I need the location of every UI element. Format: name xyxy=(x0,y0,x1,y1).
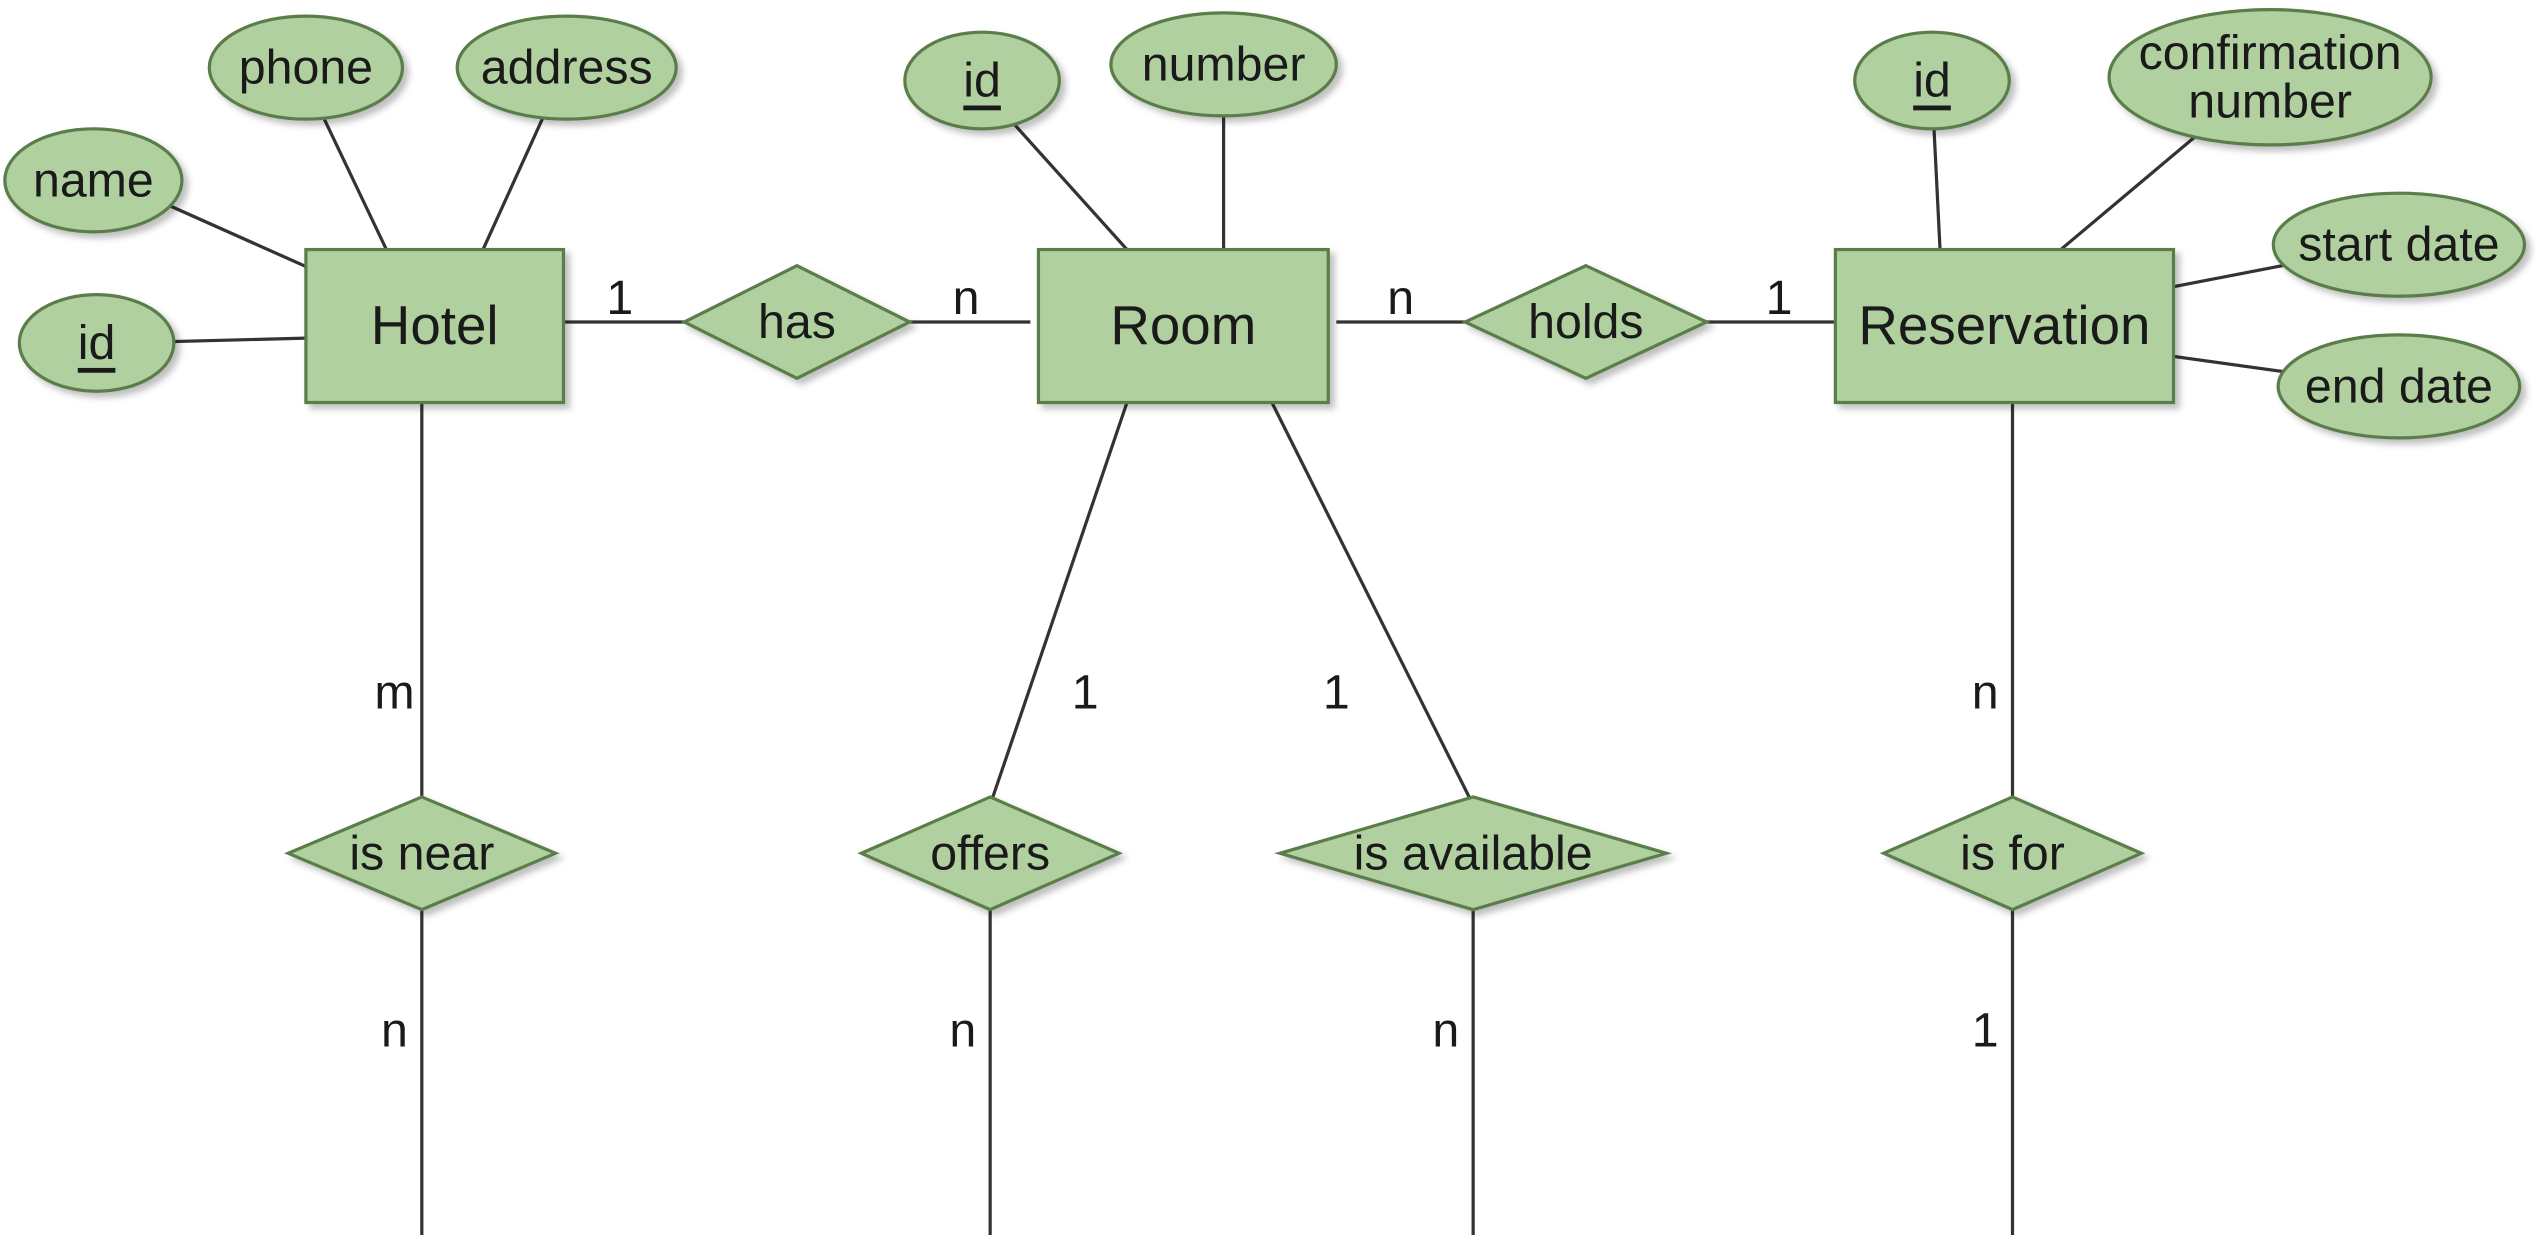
relationship-offers: offers xyxy=(861,797,1119,910)
svg-text:start date: start date xyxy=(2298,218,2499,272)
svg-text:is for: is for xyxy=(1960,826,2065,880)
card-res-isfor: n xyxy=(1972,665,1999,719)
svg-text:id: id xyxy=(78,316,116,370)
relationship-is-near: is near xyxy=(288,797,555,910)
attr-hotel-id: id xyxy=(19,295,174,392)
card-hotel-isnear: m xyxy=(374,665,414,719)
er-diagram: 1 n n 1 m n 1 n 1 n n 1 has holds is nea… xyxy=(0,0,2537,1235)
card-room-holds: n xyxy=(1387,271,1414,325)
attr-room-number: number xyxy=(1111,13,1336,116)
svg-text:name: name xyxy=(33,153,154,207)
card-room-offers: 1 xyxy=(1072,665,1099,719)
svg-text:is available: is available xyxy=(1354,826,1593,880)
svg-text:id: id xyxy=(963,54,1001,108)
relationship-is-available: is available xyxy=(1280,797,1666,910)
svg-text:number: number xyxy=(1142,37,1306,91)
attr-hotel-address: address xyxy=(457,16,676,119)
attr-room-id: id xyxy=(905,32,1060,129)
svg-text:offers: offers xyxy=(930,826,1050,880)
entity-hotel: Hotel xyxy=(306,250,564,403)
entity-reservation: Reservation xyxy=(1835,250,2173,403)
card-isavail-avail: n xyxy=(1432,1003,1459,1057)
relationship-has: has xyxy=(684,266,909,379)
card-hotel-has: 1 xyxy=(606,271,633,325)
attr-reservation-end: end date xyxy=(2278,335,2520,438)
card-has-room: n xyxy=(953,271,980,325)
card-isnear-poi: n xyxy=(381,1003,408,1057)
entity-room: Room xyxy=(1038,250,1328,403)
card-isfor-guest: 1 xyxy=(1972,1003,1999,1057)
svg-text:number: number xyxy=(2188,74,2352,128)
attr-hotel-name: name xyxy=(5,129,182,232)
card-room-isavail: 1 xyxy=(1323,665,1350,719)
relationship-holds: holds xyxy=(1465,266,1707,379)
relationship-is-for: is for xyxy=(1884,797,2142,910)
attr-reservation-id: id xyxy=(1855,32,2010,129)
attr-hotel-phone: phone xyxy=(209,16,402,119)
attr-reservation-confirmation: confirmation number xyxy=(2109,10,2431,145)
svg-text:Hotel: Hotel xyxy=(371,294,499,356)
svg-text:phone: phone xyxy=(239,41,373,95)
svg-text:address: address xyxy=(481,41,653,95)
svg-text:Reservation: Reservation xyxy=(1858,294,2150,356)
attr-reservation-start: start date xyxy=(2273,193,2524,296)
svg-text:end date: end date xyxy=(2305,359,2493,413)
svg-text:Room: Room xyxy=(1110,294,1256,356)
svg-text:confirmation: confirmation xyxy=(2139,26,2402,80)
card-offers-amenity: n xyxy=(949,1003,976,1057)
svg-text:id: id xyxy=(1913,54,1951,108)
svg-text:holds: holds xyxy=(1528,295,1643,349)
card-holds-reservation: 1 xyxy=(1766,271,1793,325)
svg-text:has: has xyxy=(758,295,836,349)
svg-text:is near: is near xyxy=(349,826,494,880)
